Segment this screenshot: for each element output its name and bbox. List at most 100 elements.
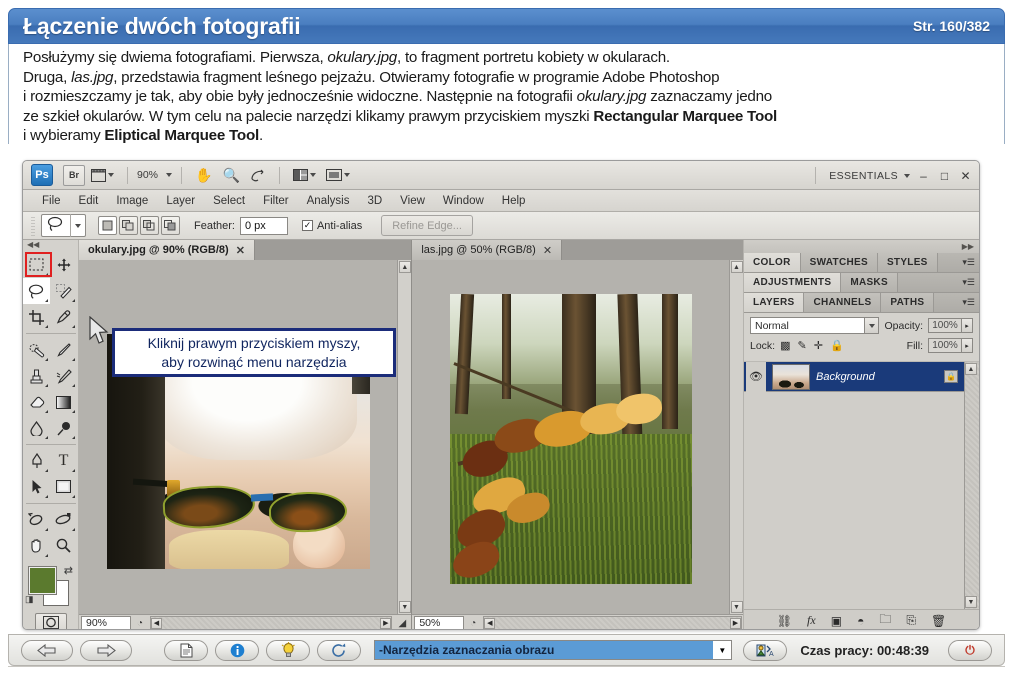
blend-mode-select[interactable]: Normal — [750, 317, 879, 334]
horizontal-scrollbar-left[interactable]: ◀ ▶ — [150, 616, 392, 630]
scroll-down-button[interactable]: ▼ — [399, 601, 411, 613]
zoom-tool[interactable] — [50, 533, 77, 559]
lock-position-icon[interactable]: ✛ — [814, 339, 823, 352]
power-button[interactable]: ⏻ — [948, 640, 992, 661]
expand-panels-icon[interactable]: ▶▶ — [744, 240, 979, 253]
scroll-up-button[interactable]: ▲ — [731, 261, 743, 273]
add-to-selection-button[interactable] — [119, 216, 138, 235]
pen-tool[interactable] — [23, 448, 50, 474]
horizontal-scrollbar-right[interactable]: ◀ ▶ — [483, 616, 742, 630]
opacity-value[interactable]: 100% — [928, 318, 962, 333]
scroll-right-button[interactable]: ▶ — [730, 618, 741, 629]
type-tool[interactable]: T — [50, 448, 77, 474]
layers-scrollbar[interactable]: ▲ ▼ — [964, 362, 979, 609]
intersect-selection-button[interactable] — [161, 216, 180, 235]
vertical-scrollbar-left[interactable]: ▲ ▼ — [397, 260, 411, 614]
add-layer-mask-icon[interactable]: ▣ — [831, 614, 842, 628]
magnifier-icon[interactable]: 🔍 — [218, 165, 243, 186]
options-bar-grip[interactable] — [31, 216, 35, 236]
lasso-tool[interactable] — [23, 278, 50, 304]
spot-healing-brush-tool[interactable] — [23, 337, 50, 363]
tab-las-jpg[interactable]: las.jpg @ 50% (RGB/8) ✕ — [412, 240, 562, 260]
menu-item-filter[interactable]: Filter — [254, 195, 298, 207]
close-tab-icon[interactable]: ✕ — [236, 244, 245, 257]
tab-styles[interactable]: STYLES — [878, 253, 938, 272]
workspace-switcher[interactable]: ESSENTIALS — [829, 170, 898, 182]
rotate-view-icon[interactable] — [246, 165, 270, 186]
scroll-left-button[interactable]: ◀ — [484, 618, 495, 629]
screen-mode-icon[interactable] — [322, 165, 354, 186]
lock-transparent-pixels-icon[interactable]: ▩ — [780, 339, 790, 352]
canvas-las[interactable] — [412, 260, 729, 614]
add-layer-style-icon[interactable]: fx — [807, 613, 816, 628]
panel-menu-icon[interactable]: ▾☰ — [962, 297, 975, 308]
resize-grip-icon[interactable]: ◢ — [393, 618, 411, 629]
history-brush-tool[interactable] — [50, 363, 77, 389]
menu-item-3d[interactable]: 3D — [358, 195, 391, 207]
lock-image-pixels-icon[interactable]: ✎ — [798, 339, 807, 352]
chevron-down-icon[interactable] — [904, 174, 910, 178]
clone-stamp-tool[interactable] — [23, 363, 50, 389]
menu-item-image[interactable]: Image — [107, 195, 157, 207]
menu-item-select[interactable]: Select — [204, 195, 254, 207]
chevron-down-icon[interactable]: ▼ — [713, 646, 731, 655]
tools-button[interactable]: A — [743, 640, 787, 661]
status-info-icon[interactable]: ◔ — [464, 618, 482, 629]
menu-item-layer[interactable]: Layer — [157, 195, 204, 207]
opacity-slider-toggle[interactable]: ▸ — [962, 318, 973, 333]
hand-tool[interactable] — [23, 533, 50, 559]
fill-value[interactable]: 100% — [928, 338, 962, 353]
zoom-field-right[interactable]: 50% — [414, 616, 464, 631]
replay-button[interactable] — [317, 640, 361, 661]
new-layer-icon[interactable]: ⎘ — [906, 613, 916, 628]
quick-mask-icon[interactable] — [35, 613, 67, 630]
scroll-up-button[interactable]: ▲ — [399, 261, 411, 273]
3d-orbit-tool[interactable] — [50, 507, 77, 533]
new-adjustment-layer-icon[interactable]: ◓ — [857, 614, 864, 628]
status-info-icon[interactable]: ◔ — [131, 618, 149, 629]
panel-menu-icon[interactable]: ▾☰ — [962, 277, 975, 288]
anti-alias-checkbox[interactable]: ✓ Anti-alias — [302, 220, 362, 232]
swap-colors-icon[interactable]: ⇄ — [64, 564, 73, 577]
close-tab-icon[interactable]: ✕ — [543, 244, 552, 257]
tab-channels[interactable]: CHANNELS — [804, 293, 881, 312]
menu-item-file[interactable]: File — [33, 195, 70, 207]
eraser-tool[interactable] — [23, 389, 50, 415]
topic-dropdown[interactable]: -Narzędzia zaznaczania obrazu ▼ — [374, 640, 732, 660]
tab-color[interactable]: COLOR — [744, 253, 801, 272]
scroll-up-button[interactable]: ▲ — [965, 363, 977, 375]
link-layers-icon[interactable]: ⛓ — [777, 614, 792, 628]
eyedropper-tool[interactable] — [50, 304, 77, 330]
minimize-button[interactable]: – — [916, 169, 931, 183]
canvas-okulary[interactable] — [79, 260, 397, 614]
move-tool[interactable] — [50, 252, 77, 278]
hint-button[interactable] — [266, 640, 310, 661]
notes-button[interactable] — [164, 640, 208, 661]
new-group-icon[interactable]: 🗀 — [879, 610, 891, 630]
current-tool-preview[interactable] — [41, 214, 86, 237]
menu-item-edit[interactable]: Edit — [70, 195, 108, 207]
feather-input[interactable]: 0 px — [240, 217, 288, 235]
rectangular-marquee-tool[interactable] — [23, 252, 50, 278]
rectangle-shape-tool[interactable] — [50, 474, 77, 500]
path-selection-tool[interactable] — [23, 474, 50, 500]
foreground-color-swatch[interactable] — [29, 567, 56, 594]
blur-tool[interactable] — [23, 415, 50, 441]
subtract-from-selection-button[interactable] — [140, 216, 159, 235]
lock-all-icon[interactable]: 🔒 — [830, 339, 844, 352]
tool-preset-chevron[interactable] — [71, 224, 85, 228]
menu-item-analysis[interactable]: Analysis — [298, 195, 359, 207]
collapse-tools-icon[interactable]: ◀◀ — [23, 240, 78, 252]
scroll-down-button[interactable]: ▼ — [965, 596, 977, 608]
refine-edge-button[interactable]: Refine Edge... — [381, 215, 473, 236]
crop-tool[interactable] — [23, 304, 50, 330]
panel-menu-icon[interactable]: ▾☰ — [962, 257, 975, 268]
close-button[interactable]: ✕ — [958, 169, 973, 183]
default-colors-icon[interactable]: ◨ — [25, 594, 34, 605]
menu-item-help[interactable]: Help — [493, 195, 535, 207]
maximize-button[interactable]: □ — [937, 169, 952, 183]
scroll-left-button[interactable]: ◀ — [151, 618, 162, 629]
delete-layer-icon[interactable]: 🗑 — [931, 614, 946, 628]
fill-slider-toggle[interactable]: ▸ — [962, 338, 973, 353]
arrange-documents-icon[interactable] — [289, 165, 320, 186]
